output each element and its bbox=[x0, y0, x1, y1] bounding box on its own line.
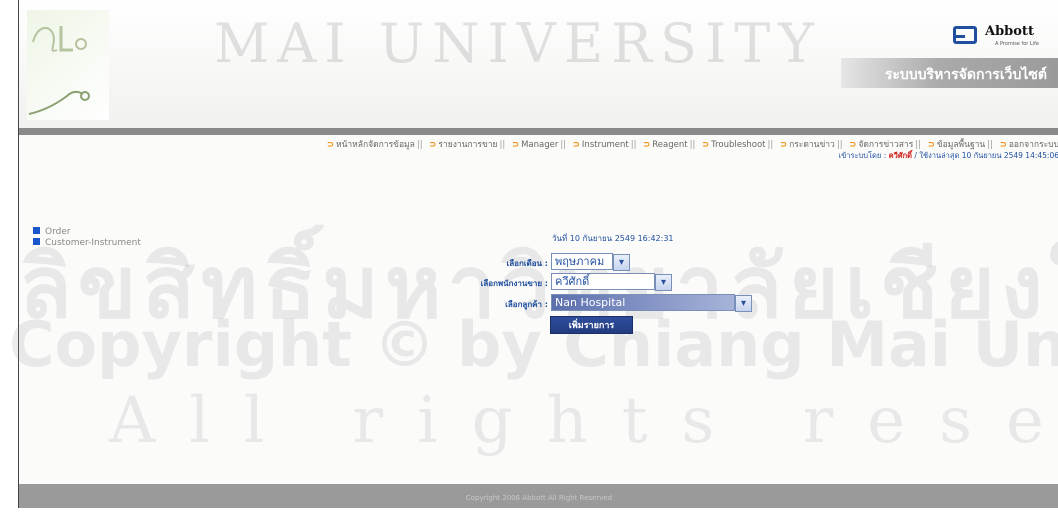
current-datetime: วันที่ 10 กันยายน 2549 16:42:31 bbox=[552, 234, 674, 243]
menu-item-data-management[interactable]: ⊃ หน้าหลักจัดการข้อมูล bbox=[327, 137, 415, 151]
add-item-button[interactable]: เพิ่มรายการ bbox=[550, 316, 633, 334]
menu-item-troubleshoot[interactable]: ⊃ Troubleshoot bbox=[702, 140, 766, 150]
watermark-arc: MAI UNIVERSITY bbox=[214, 12, 822, 75]
menu-item-webboard[interactable]: ⊃ กระดานข่าว bbox=[780, 137, 835, 151]
svg-text:MAI UNIVERSITY: MAI UNIVERSITY bbox=[214, 12, 822, 75]
customer-select[interactable]: Nan Hospital ▾ bbox=[551, 294, 752, 312]
square-bullet-icon bbox=[33, 238, 40, 245]
menu-item-news[interactable]: ⊃ จัดการข่าวสาร bbox=[849, 137, 913, 151]
menu-item-logout[interactable]: ⊃ ออกจากระบบ bbox=[1000, 137, 1058, 151]
login-last-used: / ใช้งานล่าสุด 10 กันยายน 2549 14:45:06 bbox=[914, 151, 1058, 160]
staff-select-value: ควีศักดิ์ bbox=[555, 275, 590, 288]
staff-label: เลือกพนักงานขาย : bbox=[480, 279, 548, 288]
menu-arrow-icon: ⊃ bbox=[779, 140, 788, 150]
menu-arrow-icon: ⊃ bbox=[702, 140, 710, 150]
menu-item-sales-report[interactable]: ⊃ รายงานการขาย bbox=[429, 137, 497, 151]
header-divider bbox=[19, 128, 1058, 135]
menu-arrow-icon: ⊃ bbox=[999, 140, 1007, 150]
menu-item-manager[interactable]: ⊃ Manager bbox=[512, 140, 558, 150]
square-bullet-icon bbox=[33, 227, 40, 234]
customer-select-value: Nan Hospital bbox=[555, 296, 626, 309]
menu-item-basic-data[interactable]: ⊃ ข้อมูลพื้นฐาน bbox=[928, 137, 986, 151]
menu-arrow-icon: ⊃ bbox=[511, 140, 520, 150]
staff-select[interactable]: ควีศักดิ์ ▾ bbox=[551, 273, 672, 291]
menu-item-instrument[interactable]: ⊃ Instrument bbox=[573, 140, 629, 150]
login-info: เข้าระบบโดย : ควีศักดิ์ / ใช้งานล่าสุด 1… bbox=[839, 150, 1058, 162]
menu-arrow-icon: ⊃ bbox=[326, 140, 334, 150]
page-frame: Abbott A Promise for Life ระบบบริหารจัดก… bbox=[9, 0, 1058, 508]
main-menu: ⊃ หน้าหลักจัดการข้อมูล || ⊃ รายงานการขาย || … bbox=[19, 137, 1058, 151]
customer-label: เลือกลูกค้า : bbox=[505, 300, 548, 309]
month-label: เลือกเดือน : bbox=[506, 259, 548, 268]
menu-arrow-icon: ⊃ bbox=[429, 140, 437, 150]
sidebar-item-customer-instrument[interactable]: Customer-Instrument bbox=[33, 238, 141, 249]
menu-arrow-icon: ⊃ bbox=[927, 140, 935, 150]
sidebar-item-order[interactable]: Order bbox=[33, 227, 141, 238]
login-user: ควีศักดิ์ bbox=[888, 151, 913, 160]
footer: Copyright 2006 Abbott All Right Reserved bbox=[19, 484, 1058, 508]
sidebar-item-label: Order bbox=[45, 227, 71, 237]
copyright-text: Copyright 2006 Abbott All Right Reserved bbox=[465, 494, 613, 502]
watermark-line-2: Copyright © by Chiang Mai University bbox=[9, 308, 1058, 381]
menu-arrow-icon: ⊃ bbox=[643, 140, 651, 150]
menu-arrow-icon: ⊃ bbox=[849, 140, 857, 150]
chevron-down-icon[interactable]: ▾ bbox=[735, 295, 752, 312]
login-prefix: เข้าระบบโดย : bbox=[838, 151, 887, 160]
chevron-down-icon[interactable]: ▾ bbox=[655, 274, 672, 291]
sidebar-item-label: Customer-Instrument bbox=[45, 238, 141, 248]
month-select-value: พฤษภาคม bbox=[555, 255, 605, 268]
menu-item-reagent[interactable]: ⊃ Reagent bbox=[643, 140, 687, 150]
sidebar: Order Customer-Instrument bbox=[33, 227, 141, 249]
menu-arrow-icon: ⊃ bbox=[572, 140, 580, 150]
watermark-line-3: All rights reserved bbox=[109, 384, 1058, 458]
chevron-down-icon[interactable]: ▾ bbox=[613, 254, 630, 271]
month-select[interactable]: พฤษภาคม ▾ bbox=[551, 253, 630, 271]
